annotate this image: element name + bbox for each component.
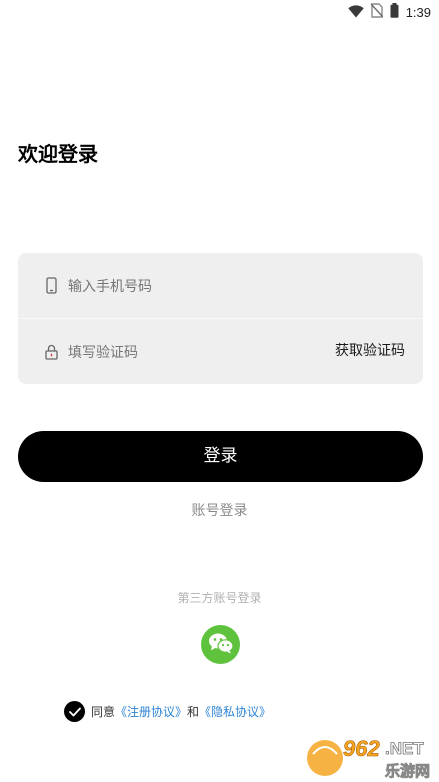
- svg-text:乐游网: 乐游网: [385, 762, 430, 780]
- login-button[interactable]: 登录: [18, 431, 423, 482]
- wechat-icon: [208, 632, 234, 658]
- svg-text:.NET: .NET: [385, 739, 424, 758]
- agree-checkbox[interactable]: [64, 701, 85, 722]
- status-time: 1:39: [405, 4, 431, 20]
- phone-row: [18, 253, 423, 318]
- privacy-link[interactable]: 《隐私协议》: [199, 703, 271, 720]
- status-bar: 1:39: [0, 0, 439, 24]
- battery-icon: [390, 2, 399, 22]
- wechat-login-button[interactable]: [201, 625, 240, 664]
- terms-link[interactable]: 《注册协议》: [115, 703, 187, 720]
- watermark-logo: 962 .NET 乐游网: [299, 730, 439, 782]
- agreement-conjunction: 和: [187, 705, 200, 719]
- code-row: 获取验证码: [18, 319, 423, 384]
- agreement-prefix: 同意: [91, 705, 116, 719]
- status-icons: 1:39: [347, 2, 431, 22]
- page-title: 欢迎登录: [18, 142, 98, 166]
- no-sim-icon: [370, 2, 384, 22]
- phone-input[interactable]: [68, 265, 423, 306]
- account-login-link[interactable]: 账号登录: [0, 500, 439, 520]
- lock-icon: [44, 343, 58, 361]
- get-code-button[interactable]: 获取验证码: [335, 319, 405, 384]
- wifi-icon: [347, 3, 364, 22]
- agreement: 同意 《注册协议》 和 《隐私协议》: [64, 701, 271, 722]
- login-form: 获取验证码: [18, 253, 423, 384]
- third-party-label: 第三方账号登录: [177, 591, 262, 605]
- phone-icon: [44, 277, 58, 295]
- svg-text:962: 962: [343, 736, 380, 761]
